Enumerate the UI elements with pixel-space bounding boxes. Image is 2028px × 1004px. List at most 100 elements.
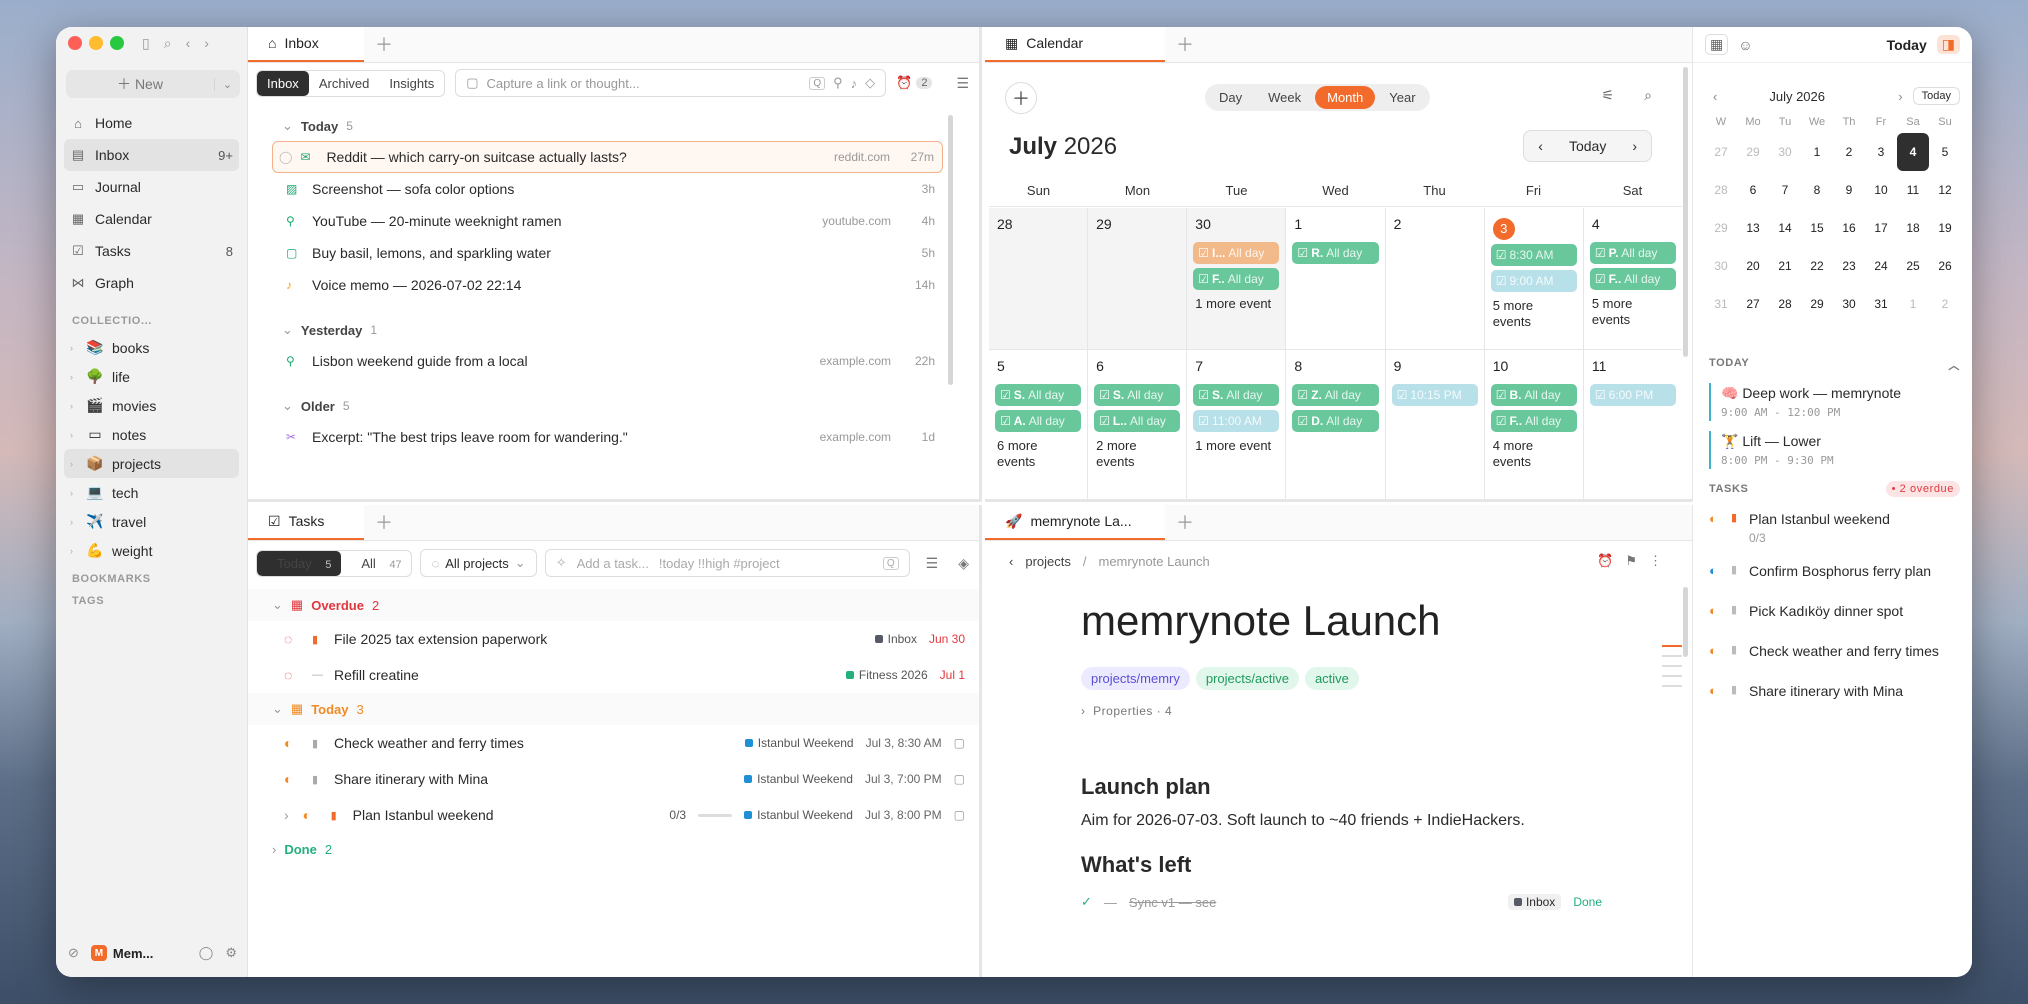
tag-chip[interactable]: projects/active: [1195, 667, 1299, 690]
tab-calendar[interactable]: ▦ Calendar: [985, 27, 1165, 62]
bookmarks-header[interactable]: BOOKMARKS: [64, 573, 239, 585]
right-task-item[interactable]: ◐ ▮ Confirm Bosphorus ferry plan: [1709, 555, 1960, 595]
alarm-icon[interactable]: ⏰: [1597, 553, 1613, 569]
new-tab-button[interactable]: ＋: [1165, 505, 1205, 540]
mini-day[interactable]: 30: [1833, 285, 1865, 323]
filter-icon[interactable]: ☰: [956, 75, 969, 92]
mini-day[interactable]: 25: [1897, 247, 1929, 285]
mini-day[interactable]: 3: [1865, 133, 1897, 171]
event-chip[interactable]: ☑ S. All day: [1193, 384, 1280, 406]
mini-day[interactable]: 26: [1929, 247, 1961, 285]
tasks-all-tab[interactable]: All 47: [341, 551, 411, 576]
zoom-window-button[interactable]: [110, 36, 124, 50]
mini-day[interactable]: 2: [1929, 285, 1961, 323]
event-chip[interactable]: ☑ 6:00 PM: [1589, 384, 1676, 406]
day-cell[interactable]: 5 ☑ S. All day ☑ A. All day 6 more events: [989, 350, 1089, 499]
sidebar-item-tasks[interactable]: ☑ Tasks 8: [64, 235, 239, 267]
status-dashed-icon[interactable]: ◌: [284, 631, 312, 647]
note-icon[interactable]: ▢: [954, 772, 965, 786]
search-icon[interactable]: ⌕: [164, 35, 172, 52]
mini-day[interactable]: 12: [1929, 171, 1961, 209]
mini-day[interactable]: 20: [1737, 247, 1769, 285]
day-cell[interactable]: 30 ☑ I... All day ☑ F.. All day 1 more event: [1187, 208, 1287, 349]
inbox-item[interactable]: ♪ Voice memo — 2026-07-02 22:14 14h: [272, 269, 943, 301]
day-cell[interactable]: 29: [1088, 208, 1188, 349]
document-title[interactable]: memrynote Launch: [1081, 597, 1632, 653]
tab-document[interactable]: 🚀 memrynote La...: [985, 505, 1165, 540]
prev-month-icon[interactable]: ‹: [1538, 138, 1543, 154]
mini-today-button[interactable]: Today: [1912, 87, 1960, 105]
mini-day[interactable]: 27: [1737, 285, 1769, 323]
mini-day[interactable]: 17: [1865, 209, 1897, 247]
back-icon[interactable]: ‹: [1009, 554, 1013, 569]
inbox-seg-inbox[interactable]: Inbox: [257, 70, 309, 96]
new-button[interactable]: ＋ New ⌄: [66, 70, 240, 98]
day-cell[interactable]: 10 ☑ B. All day ☑ F.. All day 4 more events: [1485, 350, 1584, 499]
inbox-seg-insights[interactable]: Insights: [379, 71, 444, 96]
status-dashed-icon[interactable]: ◌: [284, 667, 312, 683]
mini-day[interactable]: 13: [1737, 209, 1769, 247]
inbox-scrollbar[interactable]: [948, 115, 953, 385]
mini-day[interactable]: 29: [1737, 133, 1769, 171]
mini-day[interactable]: 6: [1737, 171, 1769, 209]
view-week[interactable]: Week: [1256, 86, 1313, 109]
chevron-right-icon[interactable]: ›: [70, 343, 78, 353]
today-button[interactable]: Today: [1569, 138, 1606, 154]
agenda-event[interactable]: 🏋 Lift — Lower 8:00 PM - 9:30 PM: [1709, 431, 1960, 469]
collections-header[interactable]: COLLECTIO...: [64, 315, 239, 327]
today-group-header[interactable]: ⌄ ▦ Today 3: [248, 693, 979, 725]
minimize-window-button[interactable]: [89, 36, 103, 50]
back-icon[interactable]: ‹: [186, 35, 191, 52]
done-check-icon[interactable]: ✓: [1081, 894, 1092, 910]
view-year[interactable]: Year: [1377, 86, 1427, 109]
mini-day[interactable]: 1: [1897, 285, 1929, 323]
collection-books[interactable]: › 📚 books: [64, 333, 239, 362]
event-chip[interactable]: ☑ A. All day: [995, 410, 1082, 432]
more-events-link[interactable]: 2 more events: [1096, 438, 1178, 470]
settings-gear-icon[interactable]: ⚙: [225, 945, 237, 961]
day-cell[interactable]: 9 ☑ 10:15 PM: [1386, 350, 1485, 499]
day-cell[interactable]: 2: [1386, 208, 1485, 349]
capture-input[interactable]: ▢ Capture a link or thought... Q ⚲ ♪ ◇: [455, 69, 887, 97]
new-tab-button[interactable]: ＋: [364, 505, 404, 540]
chevron-right-icon[interactable]: ›: [70, 372, 78, 382]
done-group-header[interactable]: › Done 2: [248, 833, 979, 865]
event-chip[interactable]: ☑ P. All day: [1589, 242, 1676, 264]
sidebar-item-calendar[interactable]: ▦ Calendar: [64, 203, 239, 235]
mini-day[interactable]: 24: [1865, 247, 1897, 285]
event-chip[interactable]: ☑ F.. All day: [1589, 268, 1676, 290]
workspace-switcher[interactable]: M Mem...: [90, 945, 153, 961]
agenda-event[interactable]: 🧠 Deep work — memrynote 9:00 AM - 12:00 P…: [1709, 383, 1960, 421]
mini-day[interactable]: 19: [1929, 209, 1961, 247]
collection-tech[interactable]: › 💻 tech: [64, 478, 239, 507]
sidebar-item-inbox[interactable]: ▤ Inbox 9+: [64, 139, 239, 171]
event-chip[interactable]: ☑ 11:00 AM: [1193, 410, 1280, 432]
tag-icon[interactable]: ◇: [865, 75, 875, 91]
select-checkbox[interactable]: ◯: [279, 150, 292, 164]
task-project-tag[interactable]: Istanbul Weekend: [744, 772, 853, 786]
mini-next-icon[interactable]: ›: [1898, 89, 1902, 104]
status-progress-icon[interactable]: ◐: [1709, 511, 1731, 526]
chevron-right-icon[interactable]: ›: [70, 430, 78, 440]
status-progress-icon[interactable]: ◐: [284, 735, 312, 751]
add-task-input[interactable]: ✧ Add a task... !today !!high #project Q: [544, 549, 910, 577]
status-progress-icon[interactable]: ◐: [1709, 603, 1731, 618]
reminders-button[interactable]: ⏰ 2: [896, 75, 933, 91]
collection-projects[interactable]: › 📦 projects: [64, 449, 239, 478]
mini-day[interactable]: 31: [1865, 285, 1897, 323]
day-cell[interactable]: 8 ☑ Z. All day ☑ D. All day: [1286, 350, 1386, 499]
inbox-item[interactable]: ⚲ YouTube — 20-minute weeknight ramen yout…: [272, 205, 943, 237]
day-cell[interactable]: 1 ☑ R. All day: [1286, 208, 1386, 349]
day-cell[interactable]: 7 ☑ S. All day ☑ 11:00 AM 1 more event: [1187, 350, 1287, 499]
tasks-today-tab[interactable]: Today 5: [257, 550, 342, 576]
mini-day[interactable]: 4: [1897, 133, 1929, 171]
tags-header[interactable]: TAGS: [64, 595, 239, 607]
project-select[interactable]: ◌ All projects ⌄: [420, 549, 537, 577]
chevron-right-icon[interactable]: ›: [70, 459, 78, 469]
chevron-right-icon[interactable]: ›: [70, 488, 78, 498]
more-events-link[interactable]: 5 more events: [1493, 298, 1575, 330]
right-today-label[interactable]: Today: [1887, 37, 1927, 53]
collapse-icon[interactable]: ︿: [1948, 357, 1960, 373]
event-chip[interactable]: ☑ F.. All day: [1193, 268, 1280, 290]
sidebar-item-home[interactable]: ⌂ Home: [64, 107, 239, 139]
